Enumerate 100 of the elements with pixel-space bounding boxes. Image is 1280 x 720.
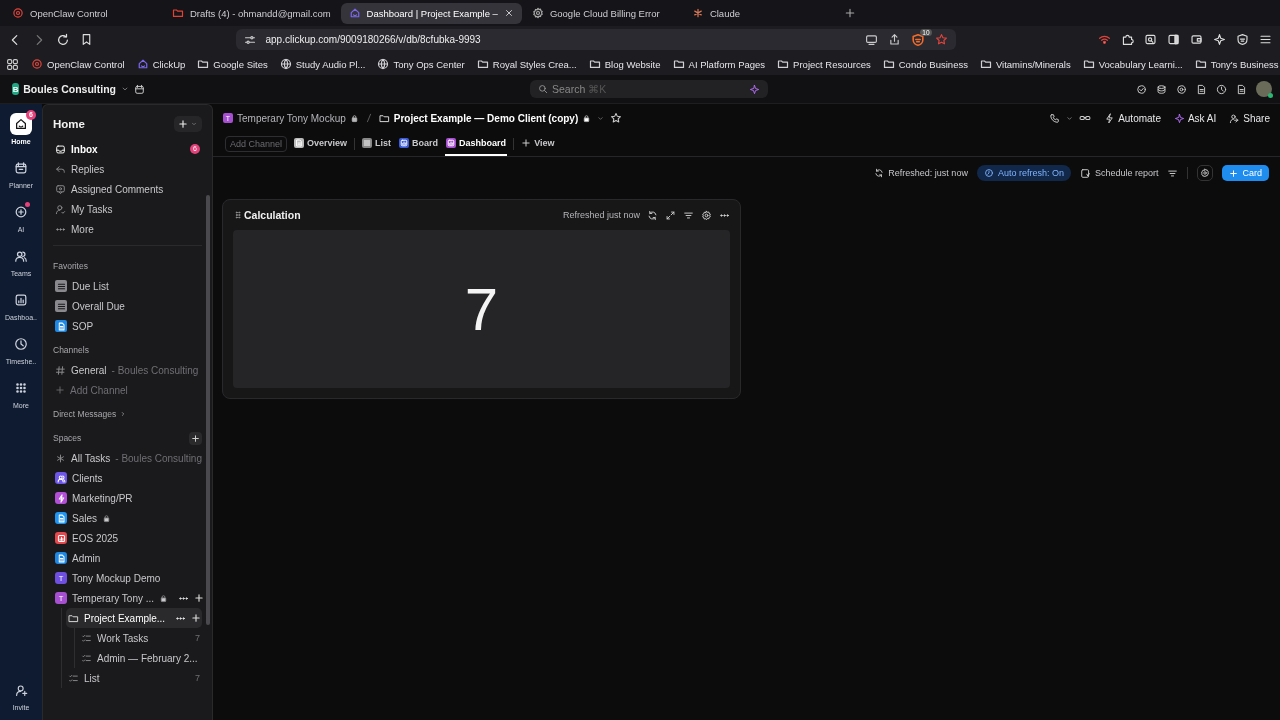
sidebar-item[interactable]: Assigned Comments [53, 179, 202, 199]
favorite-item[interactable]: Overall Due [53, 296, 202, 316]
apps-icon[interactable] [6, 57, 19, 71]
space-item[interactable]: Admin [53, 548, 202, 568]
inbox-icon [55, 143, 66, 155]
bookmark[interactable]: Vocabulary Learni... [1082, 58, 1183, 70]
puzzle-icon[interactable] [1121, 33, 1134, 46]
app-logo-icon [348, 7, 361, 19]
bookmark[interactable]: Royal Styles Crea... [476, 58, 577, 70]
new-tab-icon[interactable] [843, 7, 856, 19]
view-tab[interactable]: Overview [293, 132, 349, 156]
database-icon[interactable] [1156, 83, 1167, 95]
space-item[interactable]: Clients [53, 468, 202, 488]
workspace-avatar: B [12, 83, 20, 95]
auto-refresh-toggle[interactable]: Auto refresh: On [976, 165, 1071, 181]
add-view-button[interactable]: View [520, 132, 556, 156]
automate-button[interactable]: Automate [1104, 112, 1161, 124]
sidebar-icon[interactable] [1167, 33, 1180, 46]
filter-icon[interactable] [683, 209, 694, 221]
filter-icon[interactable] [1167, 167, 1179, 179]
add-channel-button[interactable]: Add Channel [225, 136, 288, 152]
shield-icon[interactable] [910, 32, 925, 47]
bookmark[interactable]: OpenClaw Control [31, 58, 125, 70]
bookmark[interactable]: Study Audio Pl... [279, 58, 366, 70]
sidebar-item[interactable]: More [53, 219, 202, 239]
cast-icon[interactable] [864, 33, 878, 46]
bookmark[interactable]: Tony Ops Center [377, 58, 465, 70]
expand-icon[interactable] [665, 209, 676, 221]
browser-tab[interactable]: Google Cloud Billing Error [523, 2, 682, 24]
notepad-icon[interactable] [1196, 83, 1207, 95]
space-item[interactable]: Work Tasks 7 [79, 628, 202, 648]
plus-icon[interactable] [191, 613, 202, 623]
wifi-icon[interactable] [1098, 33, 1111, 46]
bookmark[interactable]: Project Resources [777, 58, 871, 70]
create-button[interactable] [174, 116, 202, 132]
site-settings-icon[interactable] [243, 33, 256, 46]
space-item[interactable]: Marketing/PR [53, 488, 202, 508]
view-tab[interactable]: Board [398, 132, 440, 156]
favorite-item[interactable]: Due List [53, 276, 202, 296]
space-item[interactable]: Project Example... [66, 608, 202, 628]
close-icon[interactable] [503, 8, 514, 18]
refresh-status[interactable]: Refreshed: just now [874, 168, 968, 178]
browser-tab[interactable]: Drafts (4) - ohmandd@gmail.com [164, 2, 339, 24]
breadcrumb-link[interactable]: Project Example — Demo Client (copy) [378, 112, 592, 124]
record-icon[interactable] [1176, 83, 1187, 95]
doc-icon[interactable] [1236, 83, 1247, 95]
browser-tab[interactable]: Dashboard | Project Example – [340, 2, 522, 24]
bookmark[interactable]: Blog Website [588, 58, 661, 70]
space-item[interactable]: All Tasks - Boules Consulting [53, 448, 202, 468]
star-icon[interactable] [610, 112, 623, 124]
share-icon[interactable] [887, 33, 901, 46]
bookmark[interactable]: Vitamins/Minerals [979, 58, 1071, 70]
avatar[interactable] [1256, 81, 1272, 97]
list-icon [55, 300, 67, 312]
wallet-icon[interactable] [1190, 33, 1203, 46]
bookmark[interactable]: Google Sites [197, 58, 268, 70]
drag-handle-icon[interactable] [233, 210, 243, 220]
reader-icon[interactable] [1144, 33, 1157, 46]
space-item[interactable]: List 7 [66, 668, 202, 688]
schedule-report-button[interactable]: Schedule report [1079, 167, 1159, 179]
share-button[interactable]: Share [1229, 112, 1270, 124]
settings-button[interactable] [1197, 165, 1214, 181]
channel-item[interactable]: General - Boules Consulting [53, 360, 202, 380]
browser-tab[interactable]: OpenClaw Control [4, 2, 162, 24]
claw-logo-icon [31, 58, 43, 70]
sidebar-item[interactable]: My Tasks [53, 199, 202, 219]
bookmark[interactable]: Tony's Business [1194, 58, 1279, 70]
space-item[interactable]: Sales [53, 508, 202, 528]
view-tab[interactable]: Dashboard [445, 132, 508, 156]
menu-icon[interactable] [1259, 33, 1272, 46]
bookmark-icon[interactable] [80, 33, 93, 46]
scrollbar[interactable] [206, 195, 210, 625]
browser-tab[interactable]: Claude [683, 2, 842, 24]
reload-icon[interactable] [56, 32, 70, 47]
folder-icon [68, 612, 79, 624]
bookmark[interactable]: AI Platform Pages [672, 58, 766, 70]
favorite-item[interactable]: SOP [53, 316, 202, 336]
gear-icon [1200, 168, 1211, 178]
phone-icon[interactable] [1049, 112, 1061, 124]
check-icon[interactable] [1136, 83, 1147, 95]
add-space-button[interactable] [189, 431, 202, 445]
bookmark[interactable]: ClickUp [136, 58, 186, 70]
plus-icon[interactable] [194, 593, 205, 603]
clock-icon[interactable] [1216, 83, 1227, 95]
chart-icon [14, 293, 28, 307]
sidebar-item[interactable]: Replies [53, 159, 202, 179]
workspace-switcher[interactable]: B Boules Consulting [8, 81, 134, 97]
add-channel-button[interactable]: Add Channel [53, 380, 202, 400]
settings-icon[interactable] [701, 209, 712, 221]
sparkle-icon[interactable] [1213, 33, 1226, 46]
ai-button[interactable]: Ask AI [1173, 112, 1217, 124]
calendar-icon[interactable] [134, 83, 145, 95]
space-item[interactable]: Admin — February 2... [79, 648, 202, 668]
section-heading[interactable]: Direct Messages [53, 409, 117, 419]
ai-icon[interactable] [749, 83, 760, 95]
view-tab[interactable]: List [361, 132, 393, 156]
space-item[interactable]: EOS 2025 [53, 528, 202, 548]
bookmark[interactable]: Condo Business [882, 58, 968, 70]
url-text: app.clickup.com/9009180266/v/db/8cfubka-9993 [265, 34, 481, 45]
refresh-icon[interactable] [647, 209, 658, 221]
